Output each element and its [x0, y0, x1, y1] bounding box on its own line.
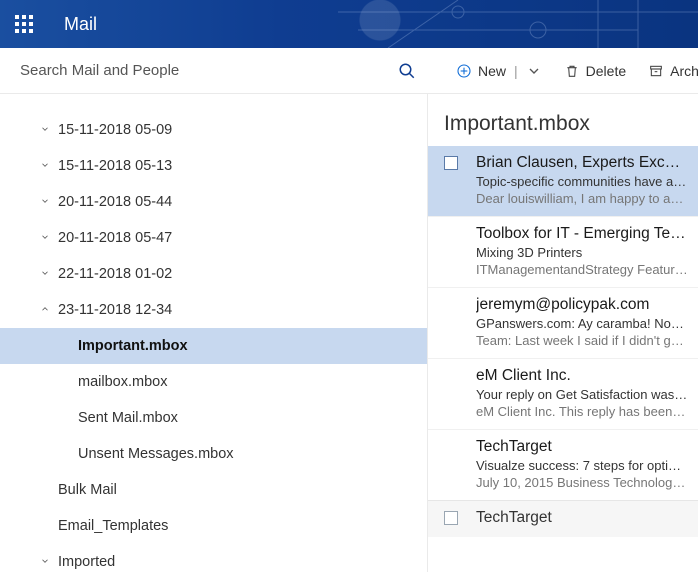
folder-label: 20-11-2018 05-44: [58, 194, 172, 210]
message-item[interactable]: Brian Clausen, Experts Exchan… Topic-spec…: [428, 146, 698, 216]
app-title: Mail: [64, 14, 97, 35]
folder-pane: 15-11-2018 05-09 15-11-2018 05-13 20-11-20…: [0, 94, 428, 572]
folder-item[interactable]: Important.mbox: [0, 328, 427, 364]
message-from: TechTarget: [476, 509, 688, 527]
chevron-down-icon: [526, 63, 542, 79]
message-item[interactable]: jeremym@policypak.com GPanswers.com: Ay c…: [428, 287, 698, 358]
message-checkbox[interactable]: [444, 511, 458, 525]
archive-icon: [648, 63, 664, 79]
content-row: 15-11-2018 05-09 15-11-2018 05-13 20-11-20…: [0, 94, 698, 572]
folder-label: Important.mbox: [78, 338, 188, 354]
folder-item[interactable]: 23-11-2018 12-34: [0, 292, 427, 328]
folder-label: Imported: [58, 554, 115, 570]
folder-item[interactable]: Bulk Mail: [0, 472, 427, 508]
folder-item[interactable]: 22-11-2018 01-02: [0, 256, 427, 292]
folder-label: 20-11-2018 05-47: [58, 230, 172, 246]
archive-button[interactable]: Archive: [648, 63, 698, 79]
folder-label: 15-11-2018 05-13: [58, 158, 172, 174]
message-subject: GPanswers.com: Ay caramba! Now we have t…: [476, 316, 688, 331]
plus-circle-icon: [456, 63, 472, 79]
folder-label: Unsent Messages.mbox: [78, 446, 234, 462]
chevron-down-icon[interactable]: [36, 266, 54, 282]
folder-label: Email_Templates: [58, 518, 168, 534]
message-from: Brian Clausen, Experts Exchan…: [476, 154, 688, 172]
message-preview: ITManagementandStrategy Featured Mixing …: [476, 262, 688, 277]
message-subject: Mixing 3D Printers: [476, 245, 688, 260]
message-preview: eM Client Inc. This reply has been remov…: [476, 404, 688, 419]
message-list-title: Important.mbox: [428, 94, 698, 146]
message-item[interactable]: TechTarget: [428, 500, 698, 537]
search-icon[interactable]: [398, 62, 416, 80]
message-item[interactable]: eM Client Inc. Your reply on Get Satisfac…: [428, 358, 698, 429]
archive-label: Archive: [670, 63, 698, 79]
action-bar: New | Delete Archive: [428, 48, 698, 94]
message-list: Brian Clausen, Experts Exchan… Topic-spec…: [428, 146, 698, 537]
message-subject: Topic-specific communities have arrived …: [476, 174, 688, 189]
message-preview: July 10, 2015 Business Technology Resear…: [476, 475, 688, 490]
trash-icon: [564, 63, 580, 79]
message-preview: Dear louiswilliam, I am happy to announc…: [476, 191, 688, 206]
message-item[interactable]: Toolbox for IT - Emerging Tec… Mixing 3D …: [428, 216, 698, 287]
folder-item[interactable]: Email_Templates: [0, 508, 427, 544]
top-bar: Mail: [0, 0, 698, 48]
folder-item[interactable]: Sent Mail.mbox: [0, 400, 427, 436]
folder-label: mailbox.mbox: [78, 374, 167, 390]
folder-item[interactable]: mailbox.mbox: [0, 364, 427, 400]
chevron-down-icon[interactable]: [36, 122, 54, 138]
delete-label: Delete: [586, 63, 626, 79]
new-label: New: [478, 63, 506, 79]
chevron-down-icon[interactable]: [36, 230, 54, 246]
message-from: eM Client Inc.: [476, 367, 688, 385]
new-button[interactable]: New |: [456, 63, 542, 79]
blueprint-decoration: [338, 0, 698, 48]
message-from: TechTarget: [476, 438, 688, 456]
folder-label: Bulk Mail: [58, 482, 117, 498]
message-from: Toolbox for IT - Emerging Tec…: [476, 225, 688, 243]
chevron-up-icon[interactable]: [36, 302, 54, 318]
search-input[interactable]: [20, 62, 398, 79]
folder-item[interactable]: 20-11-2018 05-47: [0, 220, 427, 256]
chevron-down-icon[interactable]: [36, 158, 54, 174]
folder-label: 22-11-2018 01-02: [58, 266, 172, 282]
divider: |: [514, 63, 518, 79]
message-item[interactable]: TechTarget Visualze success: 7 steps for …: [428, 429, 698, 500]
app-launcher-button[interactable]: [0, 0, 48, 48]
chevron-down-icon[interactable]: [36, 194, 54, 210]
folder-item[interactable]: Unsent Messages.mbox: [0, 436, 427, 472]
message-preview: Team: Last week I said if I didn't get e…: [476, 333, 688, 348]
chevron-down-icon[interactable]: [36, 554, 54, 570]
folder-item[interactable]: 20-11-2018 05-44: [0, 184, 427, 220]
folder-item[interactable]: 15-11-2018 05-13: [0, 148, 427, 184]
waffle-icon: [15, 15, 33, 33]
folder-item[interactable]: Imported: [0, 544, 427, 572]
message-checkbox[interactable]: [444, 156, 458, 170]
delete-button[interactable]: Delete: [564, 63, 626, 79]
message-subject: Visualze success: 7 steps for optimizing…: [476, 458, 688, 473]
message-pane: Important.mbox Brian Clausen, Experts Ex…: [428, 94, 698, 572]
folder-label: Sent Mail.mbox: [78, 410, 178, 426]
message-subject: Your reply on Get Satisfaction was remov…: [476, 387, 688, 402]
folder-label: 15-11-2018 05-09: [58, 122, 172, 138]
toolbar-row: New | Delete Archive: [0, 48, 698, 94]
search-area: [0, 48, 428, 94]
folder-label: 23-11-2018 12-34: [58, 302, 172, 318]
message-from: jeremym@policypak.com: [476, 296, 688, 314]
folder-item[interactable]: 15-11-2018 05-09: [0, 112, 427, 148]
